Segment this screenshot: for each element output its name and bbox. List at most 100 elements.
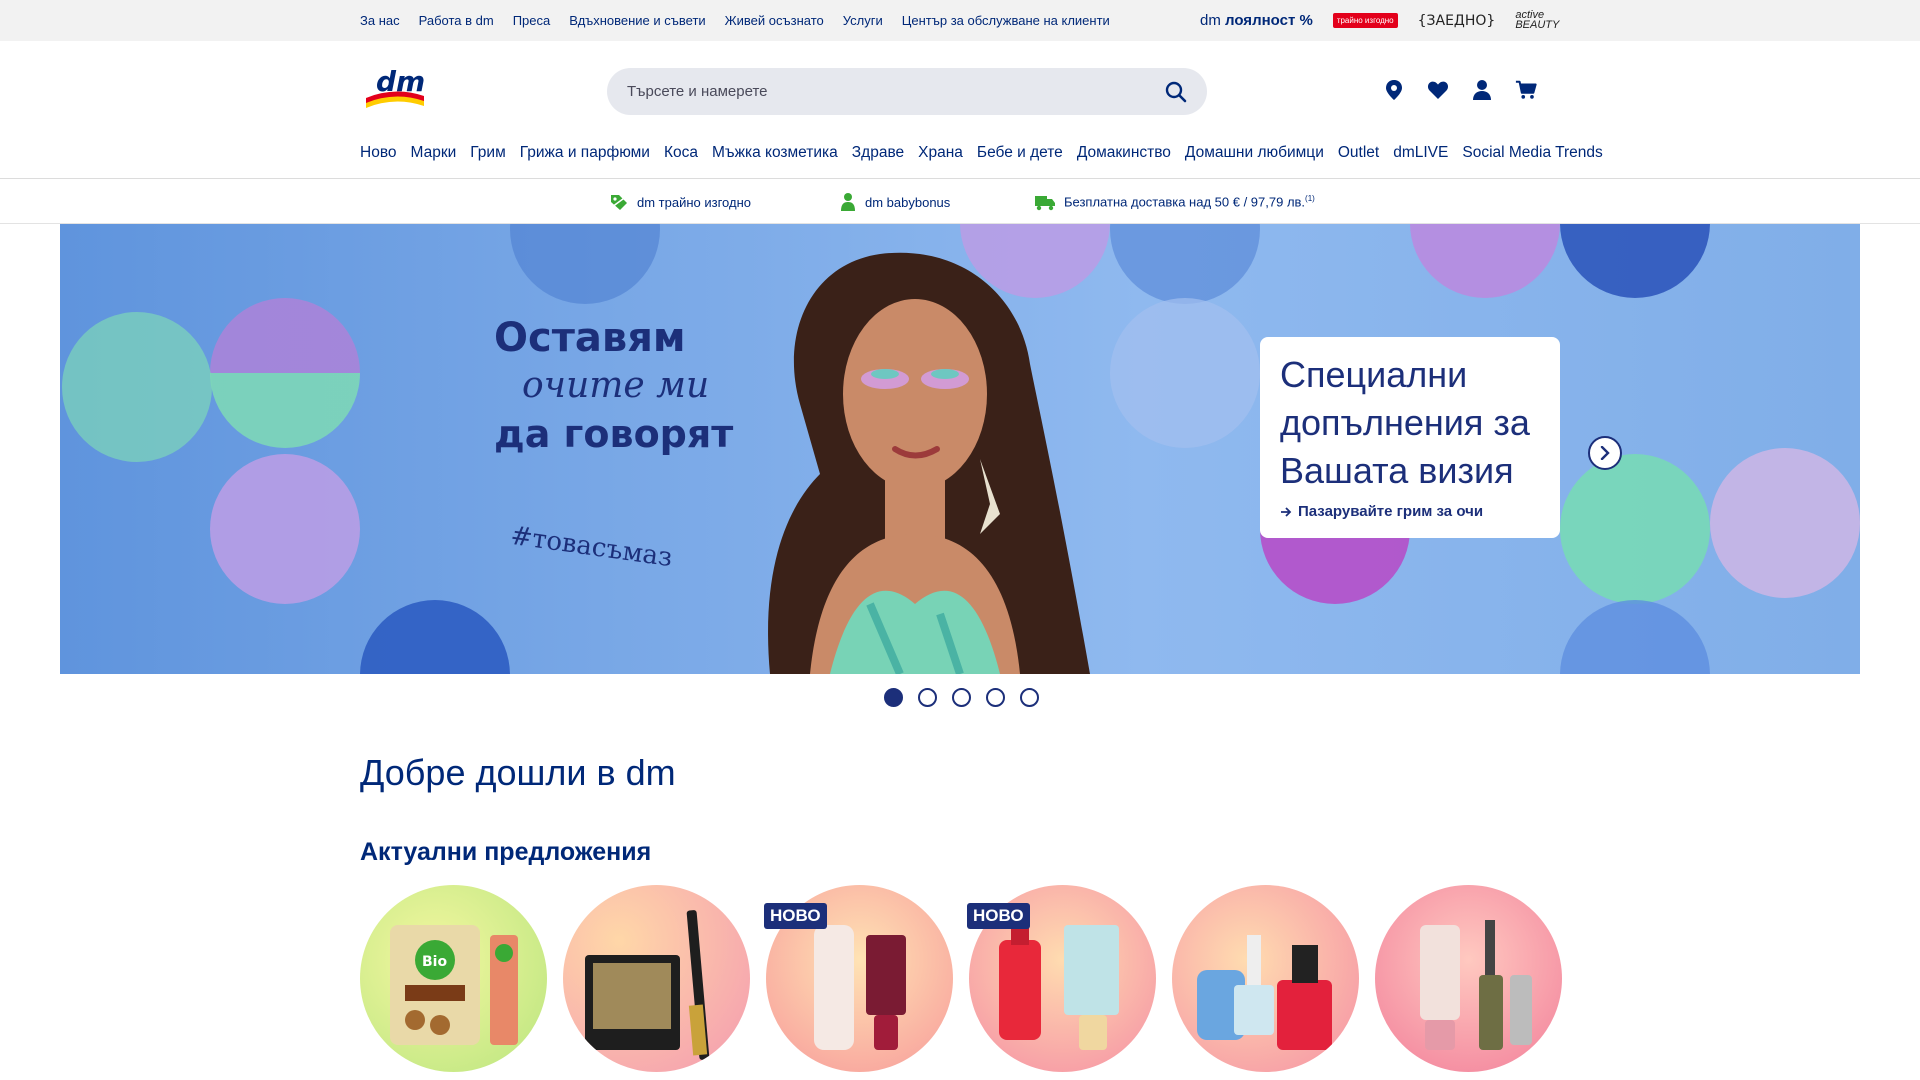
trayno-izgodno-logo[interactable]: трайно изгодно: [1332, 13, 1398, 28]
benefit-label: dm babybonus: [865, 194, 951, 210]
svg-text:Bio: Bio: [422, 954, 447, 970]
benefit-trayno[interactable]: dm трайно изгодно: [609, 180, 751, 224]
benefits-bar: dm трайно изгодно dm babybonus Безплатна…: [0, 180, 1920, 224]
zaedno-logo[interactable]: {ЗАЕДНО}: [1418, 13, 1496, 29]
search-input[interactable]: [627, 83, 1165, 100]
decor-bubble: [1110, 224, 1260, 304]
decor-bubble: [1410, 224, 1560, 298]
top-link-careers[interactable]: Работа в dm: [419, 13, 494, 28]
svg-text:dm: dm: [376, 66, 425, 98]
nav-item-baby[interactable]: Бебе и дете: [977, 144, 1063, 162]
active-beauty-logo[interactable]: active BEAUTY: [1515, 9, 1561, 31]
delivery-label: Безплатна доставка над 50 € / 97,79 лв.: [1064, 194, 1306, 210]
decor-bubble: [1560, 454, 1710, 604]
carousel-dot[interactable]: [986, 688, 1005, 707]
hero-banner[interactable]: Оставям очите ми да говорят #товасъмаз С…: [60, 224, 1860, 674]
search-icon[interactable]: [1165, 81, 1187, 103]
carousel-dot[interactable]: [884, 688, 903, 707]
nav-item-makeup[interactable]: Грим: [470, 144, 505, 162]
truck-icon: [1035, 196, 1055, 211]
hero-card-link[interactable]: Пазарувайте грим за очи: [1280, 503, 1540, 520]
hero-hashtag: #товасъмаз: [508, 520, 675, 574]
hero-promo-card[interactable]: Специални допълнения за Вашата визия Паз…: [1260, 337, 1560, 538]
partner-logos: dm лоялност % трайно изгодно {ЗАЕДНО} ac…: [1200, 0, 1561, 41]
nav-item-health[interactable]: Здраве: [852, 144, 904, 162]
decor-bubble: [1710, 448, 1860, 598]
carousel-dot[interactable]: [918, 688, 937, 707]
cart-icon[interactable]: [1515, 79, 1537, 101]
hero-headline: Оставям очите ми да говорят: [494, 314, 734, 458]
offer-tile[interactable]: НОВО: [967, 885, 1156, 1072]
decor-bubble: [210, 298, 360, 448]
benefit-label: Безплатна доставка над 50 € / 97,79 лв.(…: [1064, 194, 1315, 209]
top-utility-bar: За нас Работа в dm Преса Вдъхновение и с…: [0, 0, 1920, 41]
carousel-pagination: [884, 688, 1039, 707]
offers-heading: Актуални предложения: [360, 838, 652, 866]
baby-icon: [841, 193, 855, 211]
top-link-sustainability[interactable]: Живей осъзнато: [725, 13, 824, 28]
hero-headline-line3: да говорят: [494, 412, 734, 456]
offer-tile[interactable]: [1172, 885, 1359, 1072]
carousel-dot[interactable]: [1020, 688, 1039, 707]
heart-icon[interactable]: [1427, 79, 1449, 101]
nav-item-men[interactable]: Мъжка козметика: [712, 144, 838, 162]
nav-item-dmlive[interactable]: dmLIVE: [1393, 144, 1448, 162]
nav-item-hair[interactable]: Коса: [664, 144, 698, 162]
nav-item-pets[interactable]: Домашни любимци: [1185, 144, 1324, 162]
benefit-babybonus[interactable]: dm babybonus: [839, 180, 950, 224]
hero-model-image: [768, 252, 1090, 674]
top-link-press[interactable]: Преса: [513, 13, 551, 28]
top-link-customer-service[interactable]: Център за обслужване на клиенти: [902, 13, 1110, 28]
offers-carousel: Bio НОВО НОВО: [360, 885, 1562, 1072]
nav-item-food[interactable]: Храна: [918, 144, 963, 162]
footnote-marker: (1): [1305, 194, 1315, 204]
offer-image: Bio: [360, 885, 547, 1072]
user-icon[interactable]: [1471, 79, 1493, 101]
offer-image: [563, 885, 750, 1072]
price-tag-icon: [611, 195, 628, 210]
welcome-heading: Добре дошли в dm: [360, 752, 676, 793]
loyalty-logo[interactable]: dm лоялност %: [1200, 12, 1313, 29]
offer-tile[interactable]: [1375, 885, 1562, 1072]
carousel-dot[interactable]: [952, 688, 971, 707]
benefit-label: dm трайно изгодно: [637, 194, 751, 210]
offer-tile[interactable]: НОВО: [764, 885, 953, 1072]
top-links: За нас Работа в dm Преса Вдъхновение и с…: [360, 0, 1110, 41]
nav-item-brands[interactable]: Марки: [411, 144, 457, 162]
new-badge: НОВО: [967, 903, 1030, 929]
carousel-next-button[interactable]: [1588, 436, 1622, 470]
nav-item-outlet[interactable]: Outlet: [1338, 144, 1379, 162]
loyalty-prefix: dm: [1200, 12, 1221, 29]
offer-image: [1172, 885, 1359, 1072]
decor-bubble: [62, 312, 212, 462]
top-link-inspiration[interactable]: Вдъхновение и съвети: [569, 13, 705, 28]
top-link-services[interactable]: Услуги: [843, 13, 883, 28]
site-header: dm Ново Марки Грим Грижа и парфюми Коса …: [0, 41, 1920, 179]
offer-tile[interactable]: [563, 885, 750, 1072]
hero-headline-line2: очите ми: [522, 365, 710, 406]
offer-image: [1375, 885, 1562, 1072]
decor-bubble: [1560, 600, 1710, 674]
location-pin-icon[interactable]: [1383, 79, 1405, 101]
arrow-right-icon: [1281, 506, 1292, 517]
decor-bubble: [510, 224, 660, 304]
search-bar: [607, 68, 1207, 115]
hero-headline-line1: Оставям: [494, 315, 686, 361]
top-link-about[interactable]: За нас: [360, 13, 400, 28]
nav-item-household[interactable]: Домакинство: [1077, 144, 1171, 162]
benefit-free-delivery[interactable]: Безплатна доставка над 50 € / 97,79 лв.(…: [1034, 180, 1315, 224]
header-divider: [0, 178, 1920, 179]
nav-item-new[interactable]: Ново: [360, 144, 397, 162]
new-badge: НОВО: [764, 903, 827, 929]
decor-bubble: [210, 454, 360, 604]
loyalty-label: лоялност %: [1225, 12, 1313, 29]
hero-card-title: Специални допълнения за Вашата визия: [1280, 354, 1530, 491]
dm-logo[interactable]: dm: [362, 65, 428, 114]
nav-item-social-trends[interactable]: Social Media Trends: [1462, 144, 1602, 162]
nav-item-care-perfume[interactable]: Грижа и парфюми: [520, 144, 650, 162]
decor-bubble: [1110, 298, 1260, 448]
decor-bubble: [1560, 224, 1710, 298]
chevron-right-icon: [1600, 446, 1610, 460]
offer-tile[interactable]: Bio: [360, 885, 547, 1072]
main-navigation: Ново Марки Грим Грижа и парфюми Коса Мъж…: [360, 141, 1603, 165]
